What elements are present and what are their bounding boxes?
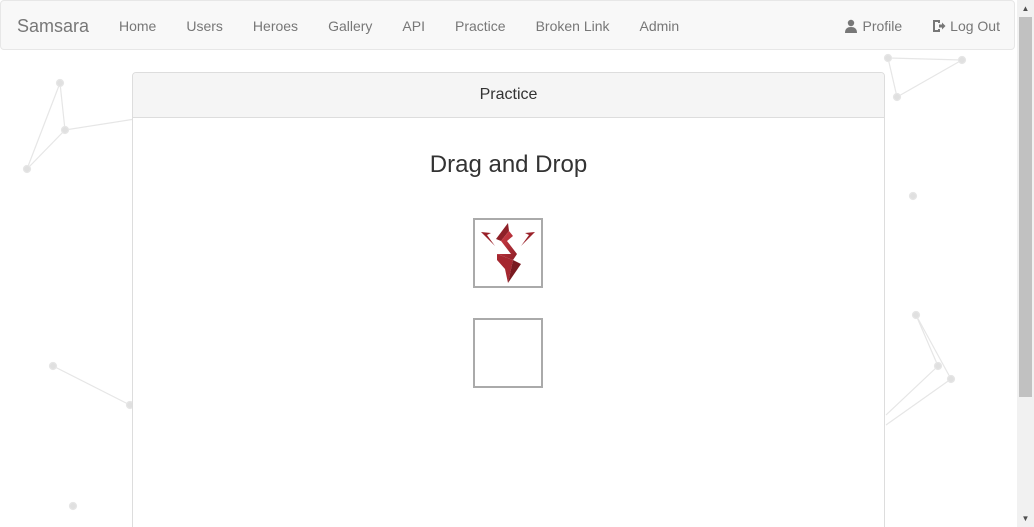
nav-profile[interactable]: Profile — [829, 1, 917, 51]
navbar: Samsara Home Users Heroes Gallery API Pr… — [0, 0, 1015, 50]
nav-practice[interactable]: Practice — [440, 1, 521, 51]
nav-heroes[interactable]: Heroes — [238, 1, 313, 51]
brand-link[interactable]: Samsara — [17, 16, 89, 36]
page-title: Drag and Drop — [429, 151, 588, 178]
drop-zone-target[interactable] — [473, 318, 543, 388]
nav-logout-label: Log Out — [950, 18, 1000, 34]
page: Samsara Home Users Heroes Gallery API Pr… — [0, 0, 1017, 527]
nav-home[interactable]: Home — [104, 1, 171, 51]
practice-panel: Practice Drag and Drop — [132, 72, 885, 527]
nav-logout[interactable]: Log Out — [917, 1, 1014, 51]
nav-gallery[interactable]: Gallery — [313, 1, 387, 51]
nav-links: Home Users Heroes Gallery API Practice B… — [104, 1, 694, 51]
samsara-logo-icon[interactable] — [475, 220, 541, 286]
scroll-up-icon[interactable]: ▲ — [1017, 0, 1034, 17]
nav-users[interactable]: Users — [171, 1, 238, 51]
nav-profile-label: Profile — [862, 18, 903, 34]
log-out-icon — [933, 20, 946, 32]
nav-broken-link[interactable]: Broken Link — [521, 1, 625, 51]
nav-user-links: Profile Log Out — [829, 1, 1014, 51]
page-scrollbar[interactable]: ▲ ▼ — [1017, 0, 1034, 527]
user-icon — [845, 19, 858, 33]
panel-heading: Practice — [133, 73, 884, 118]
drop-zone-source[interactable] — [473, 218, 543, 288]
scroll-down-icon[interactable]: ▼ — [1017, 510, 1034, 527]
nav-admin[interactable]: Admin — [625, 1, 695, 51]
nav-api[interactable]: API — [387, 1, 440, 51]
scroll-thumb[interactable] — [1019, 17, 1032, 397]
